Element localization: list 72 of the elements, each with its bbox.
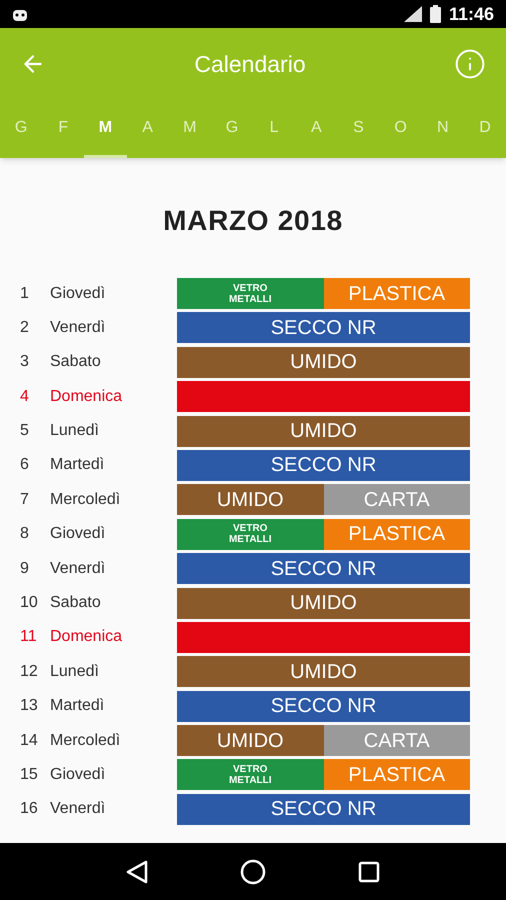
collection-label: VETRO METALLI [228,523,273,546]
day-number: 12 [20,662,39,682]
signal-icon [404,6,422,22]
month-tab[interactable]: O [380,100,422,158]
recents-icon[interactable] [358,860,380,882]
weekday-name: Sabato [50,352,102,372]
collection-label: VETRO METALLI [228,764,273,786]
home-icon[interactable] [240,858,266,884]
day-number: 7 [20,490,30,510]
day-number: 5 [20,421,30,442]
month-heading: MARZO 2018 [163,204,343,238]
month-tab[interactable]: S [337,100,380,158]
collection-label: PLASTICA [348,764,446,785]
day-number: 9 [20,558,30,579]
month-tab[interactable]: G [210,100,254,158]
clock: 11:46 [448,2,494,26]
weekday-name: Giovedì [50,284,106,304]
day-number: 8 [20,524,30,544]
month-tab[interactable]: M [84,100,127,158]
weekday-name: Domenica [50,627,124,648]
collection-label: PLASTICA [348,524,446,544]
day-number: 13 [20,696,39,716]
collection-label: VETRO METALLI [228,282,273,304]
collection-label: UMIDO [290,421,357,442]
month-tab[interactable]: A [126,100,169,158]
day-number: 10 [20,593,39,614]
collection-label: SECCO NR [270,558,376,579]
weekday-name: Venerdì [50,799,106,820]
collection-label: UMIDO [216,490,284,510]
day-number: 2 [20,318,30,338]
weekday-name: Mercoledì [50,490,122,510]
day-number: 6 [20,455,30,476]
weekday-name: Martedì [50,696,106,716]
collection-label: SECCO NR [270,696,376,716]
month-tab[interactable]: L [253,100,296,158]
day-number: 15 [20,764,39,785]
month-tab[interactable]: A [295,100,338,158]
day-number: 1 [20,284,30,304]
day-number: 4 [20,386,30,407]
month-tab[interactable]: D [464,100,506,158]
month-tab[interactable]: N [422,100,464,158]
collection-label: UMIDO [290,662,357,682]
day-number: 14 [20,730,39,751]
weekday-name: Lunedì [50,662,100,682]
day-number: 11 [20,627,38,648]
collection-label: UMIDO [216,730,284,751]
collection-label: SECCO NR [270,455,376,476]
battery-icon [430,5,441,23]
collection-label: CARTA [364,490,430,510]
day-number: 3 [20,352,30,372]
weekday-name: Venerdì [50,558,106,579]
collection-label: SECCO NR [270,318,376,338]
collection-label: UMIDO [290,352,357,372]
day-number: 16 [20,799,39,820]
collection-label: CARTA [364,730,430,751]
weekday-name: Giovedì [50,764,106,785]
weekday-name: Sabato [50,593,102,614]
weekday-name: Domenica [50,386,124,407]
month-tab[interactable]: G [0,100,42,158]
collection-label: SECCO NR [270,799,376,820]
screen-title: Calendario [193,50,307,79]
android-icon [12,7,28,21]
month-tab[interactable]: F [42,100,84,158]
weekday-name: Martedì [50,455,106,476]
weekday-name: Venerdì [50,318,106,338]
month-tab[interactable]: M [168,100,211,158]
collection-label: UMIDO [290,593,357,614]
collection-label: PLASTICA [348,284,446,304]
weekday-name: Giovedì [50,524,106,544]
weekday-name: Lunedì [50,421,100,442]
back-icon[interactable] [126,860,148,884]
weekday-name: Mercoledì [50,730,122,751]
